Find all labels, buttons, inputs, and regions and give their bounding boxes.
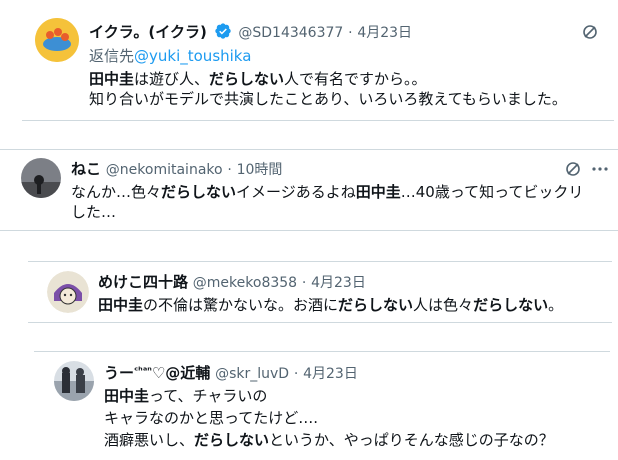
highlighted-term: 田中圭: [355, 183, 401, 201]
text-segment: の不倫は驚かないな。お酒に: [143, 296, 339, 314]
display-name[interactable]: ねこ: [71, 160, 101, 178]
tweet-card-2[interactable]: ねこ @nekomitainako · 10時間 なんか…色々だらしないイメージ…: [0, 149, 618, 231]
avatar-image: [21, 158, 61, 198]
more-icon[interactable]: [592, 167, 608, 171]
user-handle[interactable]: @mekeko8358: [193, 275, 297, 291]
tweet-card-1[interactable]: イクラ。(イクラ) @SD14346377 · 4月23日 返信先@yuki_t…: [22, 0, 614, 121]
text-segment: …40歳って知ってビックリ: [400, 183, 584, 201]
avatar-image: [35, 18, 79, 62]
display-name-main: うー: [104, 364, 135, 382]
display-name[interactable]: うーᶜʰᵃⁿ♡@近輔: [104, 364, 210, 382]
display-name-tail: ♡@近輔: [151, 364, 211, 382]
text-segment: イメージあるよね: [236, 183, 356, 201]
timestamp[interactable]: 4月23日: [303, 366, 358, 382]
tweet-text: 田中圭って、チャラいのキャラなのかと思ってたけど…. 酒癖悪いし、だらしないという…: [104, 385, 554, 451]
tweet-header: イクラ。(イクラ) @SD14346377 · 4月23日: [89, 22, 412, 43]
avatar[interactable]: [54, 361, 94, 401]
tweet-text-line: 知り合いがモデルで共演したことあり、いろいろ教えてもらいました。: [89, 89, 567, 109]
highlighted-term: だらしない: [161, 183, 237, 201]
avatar-image: [54, 361, 94, 401]
text-segment: 知り合いがモデルで共演したことあり、いろいろ教えてもらいました。: [89, 90, 567, 108]
tweet-text-line: キャラなのかと思ってたけど….: [104, 407, 554, 429]
timestamp[interactable]: 4月23日: [311, 275, 366, 291]
separator: ·: [227, 162, 232, 178]
text-segment: なんか…色々: [71, 183, 162, 201]
text-segment: って、チャラいの: [149, 387, 268, 405]
tweet-text-line: 田中圭は遊び人、だらしない人で有名ですから。。: [89, 69, 567, 89]
text-segment: 酒癖悪いし、: [104, 431, 195, 449]
avatar[interactable]: [35, 18, 79, 62]
text-segment: した…: [71, 203, 117, 221]
tweet-text: なんか…色々だらしないイメージあるよね田中圭…40歳って知ってビックリ した…: [71, 182, 583, 222]
text-segment: 。: [548, 296, 564, 314]
display-name[interactable]: めけこ四十路: [98, 273, 188, 291]
avatar[interactable]: [47, 271, 89, 313]
avatar-image: [47, 271, 89, 313]
highlighted-term: だらしない: [194, 431, 270, 449]
grok-icon[interactable]: [582, 24, 598, 40]
text-segment: というか、やっぱりそんな感じの子なの？: [269, 431, 554, 449]
text-segment: キャラなのかと思ってたけど….: [104, 409, 319, 427]
highlighted-term: だらしない: [473, 296, 549, 314]
display-name-small: ᶜʰᵃⁿ: [134, 366, 152, 377]
tweet-text-line: 田中圭の不倫は驚かないな。お酒にだらしない人は色々だらしない。: [98, 295, 563, 315]
highlighted-term: 田中圭: [104, 387, 150, 405]
tweet-header: うーᶜʰᵃⁿ♡@近輔 @skr_luvD · 4月23日: [104, 362, 358, 384]
text-segment: 人は色々: [413, 296, 474, 314]
tweet-text-line: した…: [71, 202, 583, 222]
separator: ·: [348, 25, 353, 41]
tweet-card-3[interactable]: めけこ四十路 @mekeko8358 · 4月23日 田中圭の不倫は驚かないな。…: [28, 261, 612, 323]
tweet-text-line: 田中圭って、チャラいの: [104, 385, 554, 407]
reply-to-link[interactable]: @yuki_toushika: [134, 47, 251, 65]
user-handle[interactable]: @SD14346377: [238, 25, 343, 41]
highlighted-term: 田中圭: [89, 70, 135, 88]
text-segment: 人で有名ですから。。: [284, 70, 427, 88]
reply-context: 返信先@yuki_toushika: [89, 46, 251, 66]
reply-label: 返信先: [89, 47, 135, 65]
verified-badge-icon: [214, 23, 231, 39]
highlighted-term: 田中圭: [98, 296, 144, 314]
timestamp[interactable]: 10時間: [237, 162, 283, 178]
display-name[interactable]: イクラ。(イクラ): [89, 23, 207, 41]
tweet-text: 田中圭の不倫は驚かないな。お酒にだらしない人は色々だらしない。: [98, 295, 563, 315]
avatar[interactable]: [21, 158, 61, 198]
tweet-text-line: 酒癖悪いし、だらしないというか、やっぱりそんな感じの子なの？: [104, 429, 554, 451]
tweet-text-line: なんか…色々だらしないイメージあるよね田中圭…40歳って知ってビックリ: [71, 182, 583, 202]
timestamp[interactable]: 4月23日: [357, 25, 412, 41]
tweet-header: めけこ四十路 @mekeko8358 · 4月23日: [98, 272, 366, 293]
tweet-text: 田中圭は遊び人、だらしない人で有名ですから。。 知り合いがモデルで共演したことあり…: [89, 69, 567, 109]
highlighted-term: だらしない: [209, 70, 285, 88]
text-segment: は遊び人、: [134, 70, 210, 88]
user-handle[interactable]: @skr_luvD: [215, 366, 289, 382]
separator: ·: [293, 366, 299, 382]
tweet-card-4[interactable]: うーᶜʰᵃⁿ♡@近輔 @skr_luvD · 4月23日 田中圭って、チャラいの…: [34, 351, 610, 460]
grok-icon[interactable]: [565, 161, 581, 177]
highlighted-term: だらしない: [338, 296, 414, 314]
tweet-header: ねこ @nekomitainako · 10時間: [71, 159, 282, 180]
separator: ·: [301, 275, 307, 291]
user-handle[interactable]: @nekomitainako: [106, 162, 223, 178]
